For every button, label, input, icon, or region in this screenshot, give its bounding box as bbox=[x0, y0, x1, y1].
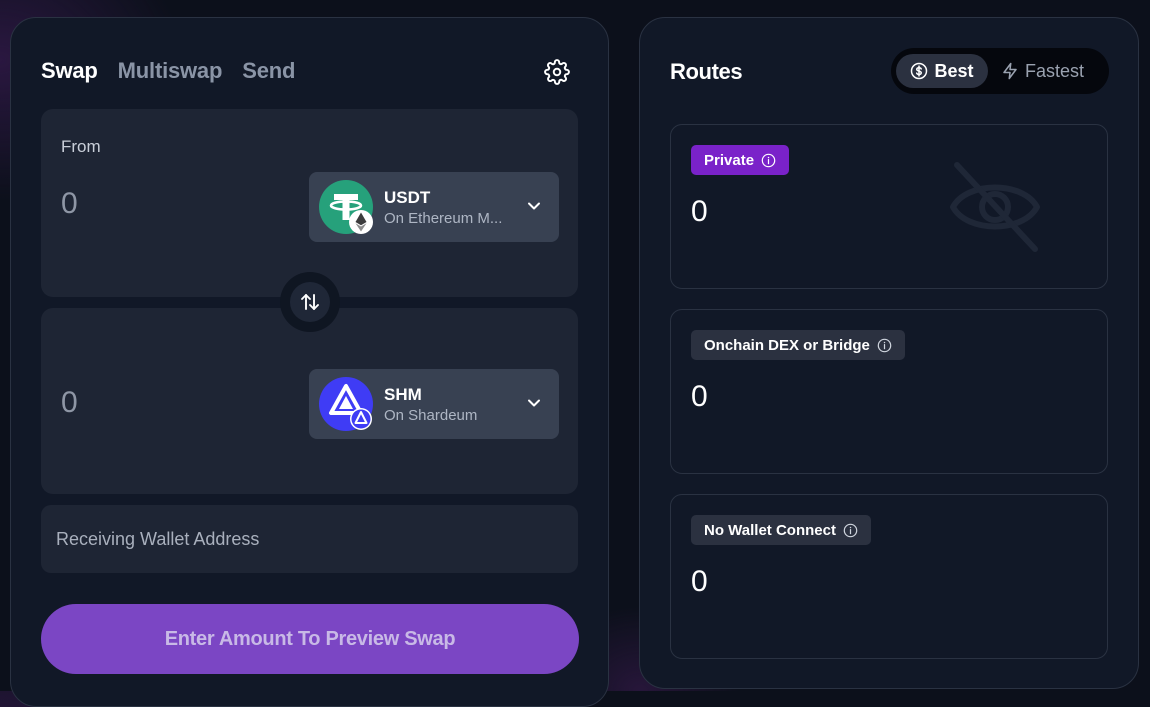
lightning-icon bbox=[1003, 62, 1017, 80]
info-icon[interactable] bbox=[843, 523, 858, 538]
to-token-selector[interactable]: SHM On Shardeum bbox=[309, 369, 559, 439]
gear-icon[interactable] bbox=[544, 59, 570, 85]
from-label: From bbox=[61, 137, 101, 156]
to-box: 0 SHM On Shardeum bbox=[41, 308, 578, 494]
shardeum-icon bbox=[319, 377, 373, 431]
swap-arrows-icon bbox=[301, 294, 319, 310]
swap-tabs: Swap Multiswap Send bbox=[41, 58, 295, 84]
to-token-network: On Shardeum bbox=[384, 407, 478, 424]
eye-off-icon bbox=[950, 162, 1040, 252]
toggle-fastest[interactable]: Fastest bbox=[1001, 54, 1101, 88]
chevron-down-icon bbox=[528, 202, 540, 210]
from-token-selector[interactable]: USDT On Ethereum M... bbox=[309, 172, 559, 242]
to-amount-output: 0 bbox=[61, 386, 78, 419]
swap-panel: Swap Multiswap Send From 0 USDT On Ether… bbox=[10, 17, 609, 707]
from-box: From 0 USDT On Ethereum M... bbox=[41, 109, 578, 297]
routes-panel: Routes Best Fastest Private 0 Onchain DE… bbox=[639, 17, 1139, 689]
toggle-fastest-label: Fastest bbox=[1025, 60, 1085, 81]
toggle-best-label: Best bbox=[934, 60, 974, 81]
tab-multiswap[interactable]: Multiswap bbox=[118, 58, 223, 84]
info-icon[interactable] bbox=[761, 153, 776, 168]
from-token-symbol: USDT bbox=[384, 188, 431, 207]
route-badge-onchain: Onchain DEX or Bridge bbox=[691, 330, 905, 360]
flip-button-inner bbox=[290, 282, 330, 322]
route-badge-label: Private bbox=[704, 151, 755, 169]
tab-swap[interactable]: Swap bbox=[41, 58, 98, 84]
route-output-value: 0 bbox=[691, 195, 708, 228]
receiving-wallet-address-input[interactable] bbox=[41, 505, 578, 573]
route-badge-label: No Wallet Connect bbox=[704, 521, 836, 539]
from-token-network: On Ethereum M... bbox=[384, 210, 503, 227]
to-token-symbol: SHM bbox=[384, 385, 422, 404]
dollar-circle-icon bbox=[911, 62, 928, 80]
route-card-onchain[interactable]: Onchain DEX or Bridge 0 bbox=[670, 309, 1108, 474]
route-card-no-wallet[interactable]: No Wallet Connect 0 bbox=[670, 494, 1108, 659]
tab-send[interactable]: Send bbox=[242, 58, 295, 84]
chevron-down-icon bbox=[528, 399, 540, 407]
toggle-best[interactable]: Best bbox=[896, 54, 988, 88]
preview-swap-button[interactable]: Enter Amount To Preview Swap bbox=[41, 604, 579, 674]
tether-icon bbox=[319, 180, 373, 234]
route-sort-toggle: Best Fastest bbox=[891, 48, 1109, 94]
from-amount-input[interactable]: 0 bbox=[61, 187, 78, 221]
route-badge-label: Onchain DEX or Bridge bbox=[704, 336, 870, 354]
route-output-value: 0 bbox=[691, 565, 708, 598]
route-card-private[interactable]: Private 0 bbox=[670, 124, 1108, 289]
route-badge-no-wallet: No Wallet Connect bbox=[691, 515, 871, 545]
routes-title: Routes bbox=[670, 59, 743, 84]
route-badge-private: Private bbox=[691, 145, 790, 175]
info-icon[interactable] bbox=[877, 338, 892, 353]
route-output-value: 0 bbox=[691, 380, 708, 413]
flip-tokens-button[interactable] bbox=[280, 272, 340, 332]
